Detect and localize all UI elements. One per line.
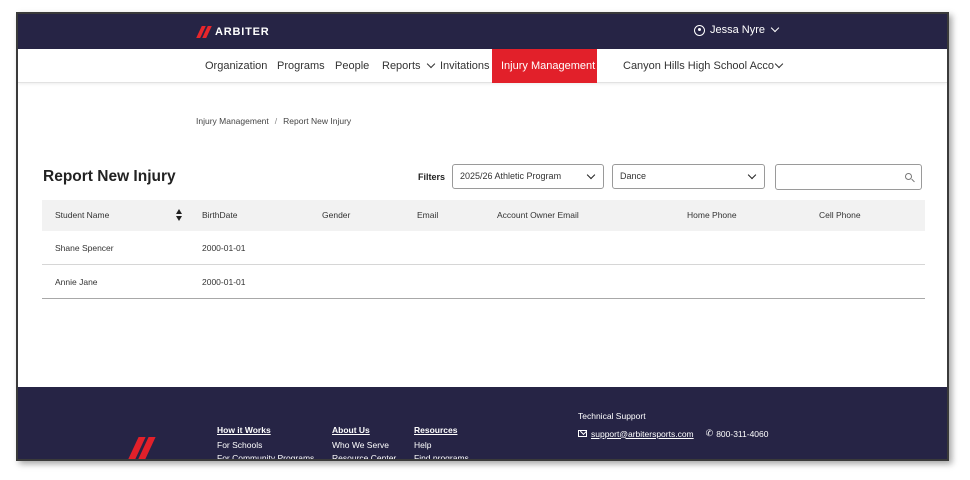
- brand-name: ARBITER: [215, 26, 270, 38]
- arbiter-footer-logo-icon: [127, 437, 156, 459]
- footer-column-how-it-works: How it Works For Schools For Community P…: [217, 425, 314, 459]
- column-header-email[interactable]: Email: [417, 200, 438, 231]
- technical-support: Technical Support support@arbitersports.…: [578, 411, 769, 439]
- footer-link-help[interactable]: Help: [414, 440, 469, 450]
- support-email-link[interactable]: support@arbitersports.com: [591, 429, 694, 439]
- sport-select[interactable]: Dance: [612, 164, 765, 189]
- table-header: Student Name BirthDate Gender Email Acco…: [42, 200, 925, 231]
- footer: How it Works For Schools For Community P…: [18, 387, 947, 459]
- breadcrumb: Injury Management / Report New Injury: [196, 116, 351, 126]
- cell-student-name: Shane Spencer: [55, 243, 114, 253]
- column-header-home-phone[interactable]: Home Phone: [687, 200, 737, 231]
- page-title: Report New Injury: [43, 168, 176, 185]
- nav-item-reports[interactable]: Reports: [382, 49, 435, 83]
- chevron-down-icon: [426, 59, 435, 69]
- nav-item-programs[interactable]: Programs: [277, 49, 325, 83]
- user-circle-icon: [694, 24, 705, 36]
- nav-item-organization[interactable]: Organization: [205, 49, 267, 83]
- footer-link-who-we-serve[interactable]: Who We Serve: [332, 440, 396, 450]
- user-menu[interactable]: Jessa Nyre: [694, 23, 780, 36]
- support-phone[interactable]: 800-311-4060: [716, 429, 768, 439]
- footer-link-resource-center[interactable]: Resource Center: [332, 453, 396, 459]
- table-row[interactable]: Annie Jane 2000-01-01: [42, 265, 925, 299]
- sort-icon[interactable]: [176, 209, 184, 222]
- user-name: Jessa Nyre: [710, 24, 766, 36]
- arbiter-logo-mark-icon: [196, 26, 212, 38]
- chevron-down-icon: [586, 170, 596, 180]
- program-select-value: 2025/26 Athletic Program: [460, 171, 562, 181]
- breadcrumb-item-injury-management[interactable]: Injury Management: [196, 116, 269, 126]
- technical-support-title: Technical Support: [578, 411, 646, 421]
- support-contact-row: support@arbitersports.com ✆ 800-311-4060: [578, 428, 769, 439]
- nav-item-account-switcher[interactable]: Canyon Hills High School Acco: [623, 49, 784, 83]
- cell-birthdate: 2000-01-01: [202, 243, 246, 253]
- footer-link-for-community-programs[interactable]: For Community Programs: [217, 453, 314, 459]
- chevron-down-icon: [747, 170, 757, 180]
- top-bar: ARBITER Jessa Nyre: [18, 14, 947, 49]
- footer-heading-about-us[interactable]: About Us: [332, 425, 396, 435]
- column-header-account-owner-email[interactable]: Account Owner Email: [497, 200, 579, 231]
- main-nav: Organization Programs People Reports Inv…: [18, 49, 947, 83]
- nav-item-injury-management[interactable]: Injury Management: [492, 49, 597, 83]
- phone-icon: ✆: [705, 428, 714, 438]
- breadcrumb-item-current: Report New Injury: [283, 116, 352, 126]
- mail-icon: [578, 430, 587, 437]
- footer-column-resources: Resources Help Find programs: [414, 425, 469, 459]
- filters-label: Filters: [418, 172, 446, 182]
- arbiter-logo[interactable]: ARBITER: [196, 26, 270, 38]
- sport-select-value: Dance: [620, 171, 647, 181]
- column-header-cell-phone[interactable]: Cell Phone: [819, 200, 861, 231]
- program-select[interactable]: 2025/26 Athletic Program: [452, 164, 604, 189]
- footer-heading-resources[interactable]: Resources: [414, 425, 469, 435]
- app-window: ARBITER Jessa Nyre Organization Programs…: [16, 12, 949, 461]
- chevron-down-icon: [770, 23, 780, 33]
- injury-table: Student Name BirthDate Gender Email Acco…: [42, 200, 925, 299]
- nav-item-people[interactable]: People: [335, 49, 369, 83]
- table-row[interactable]: Shane Spencer 2000-01-01: [42, 231, 925, 265]
- column-header-gender[interactable]: Gender: [322, 200, 350, 231]
- search-input[interactable]: [775, 164, 922, 190]
- column-header-birthdate[interactable]: BirthDate: [202, 200, 237, 231]
- footer-link-find-programs[interactable]: Find programs: [414, 453, 469, 459]
- cell-student-name: Annie Jane: [55, 277, 98, 287]
- breadcrumb-separator: /: [274, 116, 278, 126]
- column-header-student-name[interactable]: Student Name: [55, 200, 109, 231]
- footer-link-for-schools[interactable]: For Schools: [217, 440, 314, 450]
- footer-heading-how-it-works[interactable]: How it Works: [217, 425, 314, 435]
- chevron-down-icon: [774, 59, 784, 69]
- cell-birthdate: 2000-01-01: [202, 277, 246, 287]
- search-icon[interactable]: [905, 173, 912, 180]
- nav-item-invitations[interactable]: Invitations: [440, 49, 490, 83]
- footer-column-about-us: About Us Who We Serve Resource Center: [332, 425, 396, 459]
